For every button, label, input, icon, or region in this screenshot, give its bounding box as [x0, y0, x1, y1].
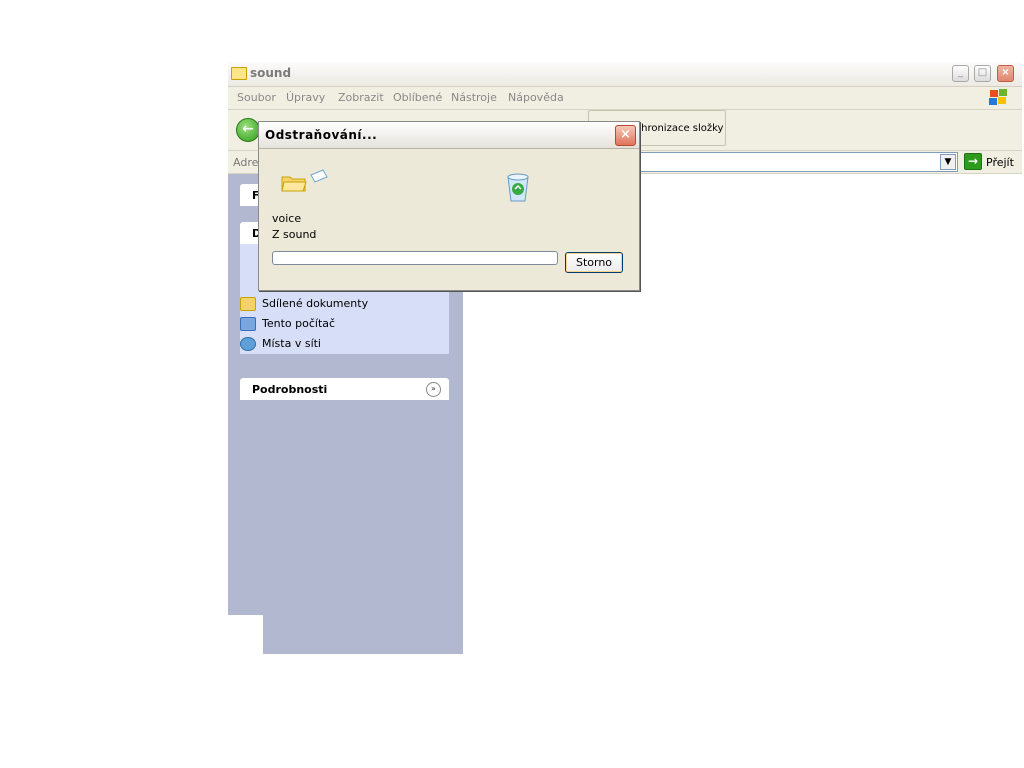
- deleting-file-name: voice: [272, 212, 302, 225]
- network-icon: [240, 337, 256, 351]
- sidebar-item-label: Místa v síti: [262, 337, 321, 350]
- back-arrow-icon[interactable]: ←: [236, 118, 260, 142]
- minimize-button[interactable]: _: [952, 65, 969, 82]
- flying-paper-icon: [310, 169, 328, 183]
- dialog-titlebar[interactable]: Odstraňování... ×: [259, 122, 639, 149]
- folder-icon: [231, 67, 247, 80]
- go-arrow-icon[interactable]: →: [964, 153, 982, 170]
- computer-icon: [240, 317, 256, 331]
- chevron-down-icon[interactable]: ▼: [940, 154, 956, 170]
- cancel-button[interactable]: Storno: [565, 252, 623, 273]
- menu-oblibene[interactable]: Oblíbené: [393, 91, 442, 104]
- delete-progress-bar: [272, 251, 558, 265]
- window-titlebar[interactable]: sound _ □ ×: [228, 62, 1022, 87]
- sidebar-item-network[interactable]: Místa v síti: [240, 337, 321, 351]
- dialog-close-button[interactable]: ×: [615, 125, 636, 146]
- sidebar-item-shared-docs[interactable]: Sdílené dokumenty: [240, 297, 368, 311]
- menu-upravy[interactable]: Úpravy: [286, 91, 325, 104]
- folder-open-icon: [281, 176, 307, 192]
- folder-icon: [240, 297, 256, 311]
- menu-napoveda[interactable]: Nápověda: [508, 91, 564, 104]
- maximize-button[interactable]: □: [974, 65, 991, 82]
- chevron-down-icon[interactable]: »: [426, 382, 441, 397]
- details-section-title: Podrobnosti: [252, 383, 328, 396]
- close-button[interactable]: ×: [997, 65, 1014, 82]
- window-title: sound: [250, 66, 292, 80]
- sidebar-item-label: Sdílené dokumenty: [262, 297, 369, 310]
- sidebar-item-my-computer[interactable]: Tento počítač: [240, 317, 335, 331]
- dialog-body: voice Z sound Storno: [259, 149, 639, 290]
- details-section-header[interactable]: Podrobnosti »: [240, 378, 449, 400]
- menu-zobrazit[interactable]: Zobrazit: [338, 91, 384, 104]
- delete-progress-dialog: Odstraňování... × voice Z sound Storno: [258, 121, 640, 291]
- menu-soubor[interactable]: Soubor: [237, 91, 276, 104]
- menu-nastroje[interactable]: Nástroje: [451, 91, 497, 104]
- deleting-from-text: Z sound: [272, 228, 317, 241]
- menu-bar: Soubor Úpravy Zobrazit Oblíbené Nástroje…: [228, 87, 1022, 110]
- go-button-label[interactable]: Přejít: [986, 156, 1014, 169]
- windows-logo-icon: [988, 89, 1008, 107]
- dialog-title: Odstraňování...: [265, 128, 378, 142]
- window-corner: [228, 615, 263, 655]
- recycle-bin-icon: [507, 173, 529, 202]
- sidebar-item-label: Tento počítač: [262, 317, 336, 330]
- address-input[interactable]: [628, 152, 958, 172]
